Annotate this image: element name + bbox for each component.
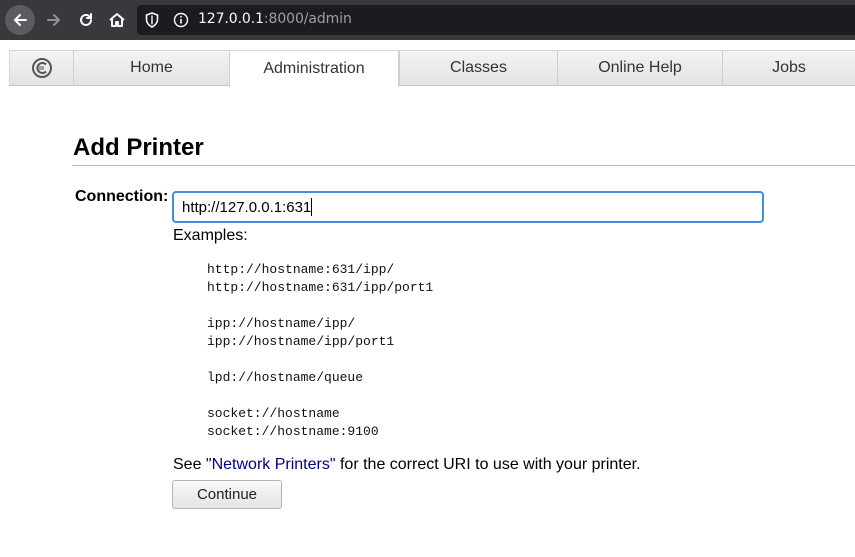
help-text-prefix: See [173,456,206,473]
tab-classes[interactable]: Classes [399,51,557,85]
tab-administration[interactable]: Administration [229,51,399,87]
title-divider [72,165,855,166]
tab-jobs[interactable]: Jobs [722,51,855,85]
example-uri: http://hostname:631/ipp/ [207,262,395,277]
url-text[interactable]: 127.0.0.1:8000/admin [198,11,352,27]
url-host: 127.0.0.1 [198,11,264,27]
example-uri: socket://hostname [207,406,340,421]
help-text: See "Network Printers" for the correct U… [173,456,641,474]
continue-button[interactable]: Continue [172,480,282,509]
back-button[interactable] [5,5,35,35]
reload-button[interactable] [72,6,100,34]
connection-input[interactable] [172,191,764,223]
cups-tab-bar: Home Administration Classes Online Help … [9,50,855,87]
examples-label: Examples: [173,227,248,244]
tab-home[interactable]: Home [73,51,229,85]
help-text-suffix: for the correct URI to use with your pri… [335,456,641,473]
example-uri: ipp://hostname/ipp/port1 [207,334,395,349]
connection-label: Connection: [75,188,169,205]
url-bar[interactable]: 127.0.0.1:8000/admin [137,5,855,35]
example-uri: ipp://hostname/ipp/ [207,316,356,331]
cups-logo[interactable] [9,51,73,85]
forward-arrow-icon [47,14,60,26]
home-button[interactable] [103,6,131,34]
info-icon[interactable] [173,12,189,32]
tab-online-help[interactable]: Online Help [557,51,722,85]
reload-icon [80,13,92,26]
example-uri: lpd://hostname/queue [207,370,364,385]
network-printers-link[interactable]: "Network Printers" [206,456,336,473]
example-uri: http://hostname:631/ipp/port1 [207,280,434,295]
shield-icon[interactable] [145,12,159,32]
url-path: :8000/admin [263,11,352,27]
page-title: Add Printer [73,134,204,161]
cups-logo-icon [31,58,52,78]
home-icon [109,13,125,27]
back-arrow-icon [14,14,27,26]
forward-button[interactable] [40,6,68,34]
text-caret [311,198,312,216]
example-uri: socket://hostname:9100 [207,424,379,439]
browser-toolbar: 127.0.0.1:8000/admin [0,0,855,40]
examples-list: http://hostname:631/ipp/ http://hostname… [207,261,433,441]
